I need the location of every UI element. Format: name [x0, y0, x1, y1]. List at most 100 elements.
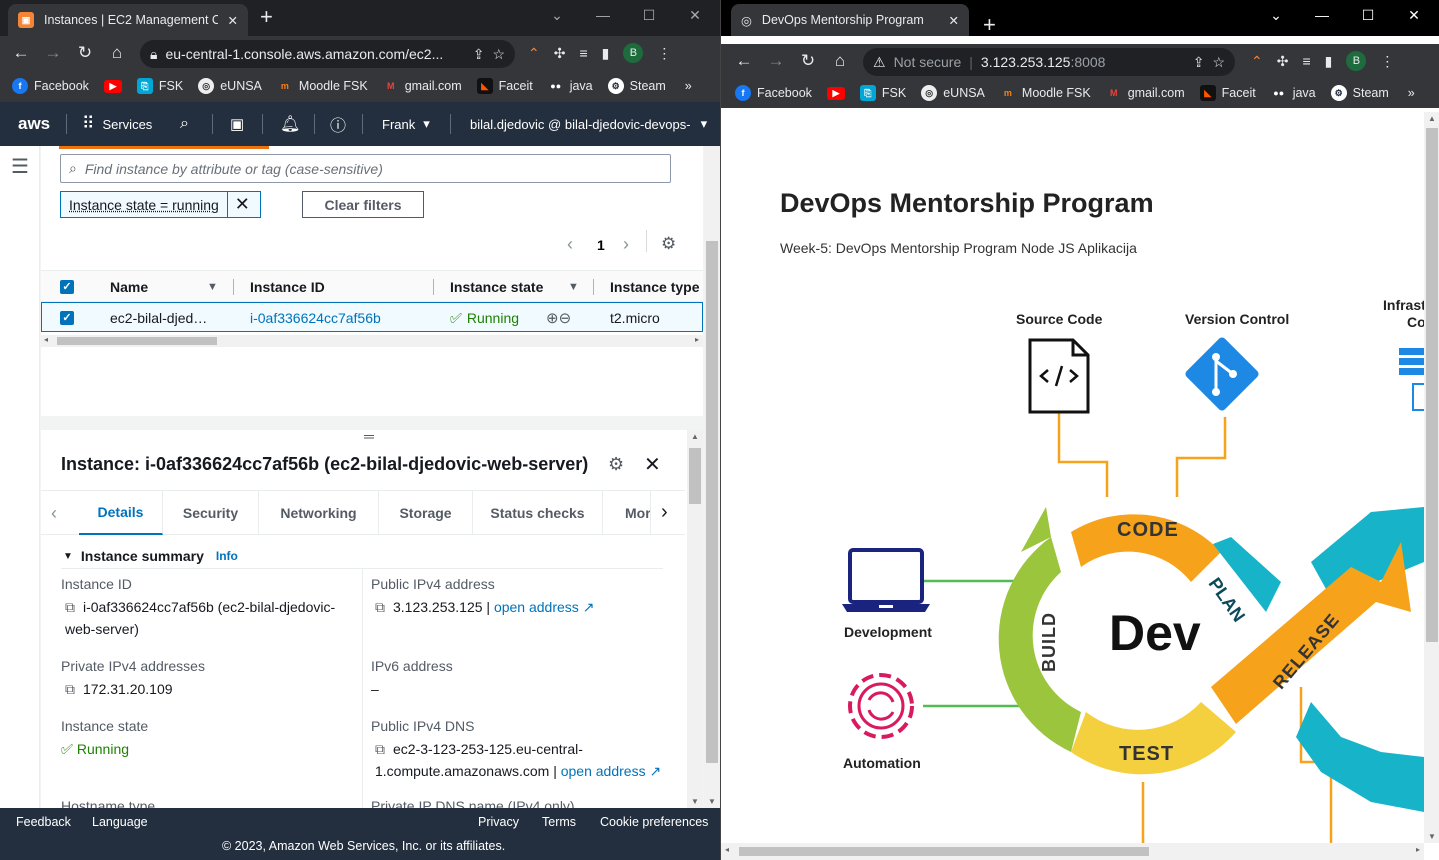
menu-kebab-icon[interactable]: ⋮ [657, 45, 671, 62]
home-icon[interactable]: ⌂ [825, 51, 855, 71]
cookie-preferences-link[interactable]: Cookie preferences [600, 815, 708, 829]
drag-handle-icon[interactable]: ═ [364, 428, 374, 444]
bookmark-fsk[interactable]: ⎘ FSK [136, 78, 183, 94]
bookmark-moodle[interactable]: m Moodle FSK [277, 78, 368, 94]
reload-icon[interactable]: ↻ [70, 43, 100, 63]
back-icon[interactable]: ← [6, 43, 36, 63]
detail-scrollbar[interactable]: ▲ ▼ [687, 430, 703, 808]
hamburger-menu-icon[interactable]: ☰ [11, 154, 29, 179]
close-tab-icon[interactable]: ✕ [228, 13, 238, 28]
tab-details[interactable]: Details [79, 491, 163, 535]
tabs-scroll-right-icon[interactable]: › [661, 501, 668, 524]
services-menu[interactable]: ⠿ Services [82, 102, 152, 146]
tab-search-icon[interactable]: ⌄ [534, 7, 580, 24]
sort-icon[interactable]: ▼ [568, 271, 579, 303]
address-bar[interactable]: ⚠ Not secure | 3.123.253.125:8008 ⇪ ☆ [863, 48, 1235, 76]
feedback-link[interactable]: Feedback [16, 815, 71, 829]
more-bookmarks-icon[interactable]: » [685, 79, 692, 93]
home-icon[interactable]: ⌂ [102, 43, 132, 63]
bookmark-faceit[interactable]: ◣ Faceit [1199, 85, 1256, 101]
tab-more[interactable]: Mor [603, 491, 651, 535]
bookmark-star-icon[interactable]: ☆ [492, 46, 505, 63]
instance-summary-heading[interactable]: ▼ Instance summary Info [63, 548, 238, 564]
minimize-icon[interactable]: — [1299, 7, 1345, 23]
page-vertical-scrollbar[interactable]: ▲ ▼ [1424, 112, 1439, 843]
address-bar[interactable]: 🔒︎ eu-central-1.console.aws.amazon.com/e… [140, 40, 515, 68]
prev-page-icon[interactable]: ‹ [567, 234, 573, 255]
select-all-checkbox[interactable]: ✓ [60, 271, 74, 303]
puzzle-icon[interactable]: ✣ [554, 45, 566, 62]
close-window-icon[interactable]: ✕ [1391, 7, 1437, 24]
close-detail-icon[interactable]: ✕ [644, 452, 661, 477]
bookmark-fsk[interactable]: ⎘ FSK [859, 85, 906, 101]
bookmark-faceit[interactable]: ◣ Faceit [476, 78, 533, 94]
clear-filters-button[interactable]: Clear filters [302, 191, 424, 218]
bookmark-youtube[interactable]: ▶ [826, 86, 845, 100]
close-tab-icon[interactable]: ✕ [949, 13, 959, 28]
sort-icon[interactable]: ▼ [207, 271, 218, 303]
bookmark-youtube[interactable]: ▶ [103, 79, 122, 93]
external-link-icon[interactable]: ↗ [583, 599, 595, 615]
tab-networking[interactable]: Networking [259, 491, 379, 535]
notifications-bell-icon[interactable]: 🔔︎ [280, 102, 300, 146]
reload-icon[interactable]: ↻ [793, 51, 823, 71]
maximize-icon[interactable]: ☐ [626, 7, 672, 24]
extension-icon[interactable]: ⌃ [1251, 53, 1263, 70]
bookmark-moodle[interactable]: m Moodle FSK [1000, 85, 1091, 101]
bookmark-steam[interactable]: ⚙ Steam [607, 78, 666, 94]
copy-icon[interactable]: ⧉ [65, 681, 75, 697]
col-instance-type[interactable]: Instance type [610, 271, 699, 303]
media-icon[interactable]: ≡ [1302, 53, 1310, 69]
preferences-gear-icon[interactable]: ⚙ [661, 234, 676, 254]
bookmark-facebook[interactable]: f Facebook [735, 85, 812, 101]
forward-icon[interactable]: → [38, 43, 68, 63]
share-icon[interactable]: ⇪ [1193, 54, 1205, 71]
external-link-icon[interactable]: ↗ [649, 763, 661, 779]
bookmark-eunsa[interactable]: ◎ eUNSA [198, 78, 262, 94]
page-number[interactable]: 1 [597, 237, 605, 253]
info-link[interactable]: Info [216, 549, 238, 563]
tab-devops[interactable]: ◎ DevOps Mentorship Program ✕ [731, 4, 969, 36]
zoom-icons[interactable]: ⊕⊖ [546, 303, 571, 333]
close-window-icon[interactable]: ✕ [672, 7, 718, 24]
bookmark-star-icon[interactable]: ☆ [1212, 54, 1225, 71]
vertical-scrollbar[interactable]: ▼ [704, 146, 720, 808]
instance-search-input[interactable]: ⌕ Find instance by attribute or tag (cas… [60, 154, 671, 183]
puzzle-icon[interactable]: ✣ [1277, 53, 1289, 70]
row-instance-id-link[interactable]: i-0af336624cc7af56b [250, 303, 381, 333]
row-checkbox[interactable]: ✓ [60, 303, 74, 333]
detail-settings-gear-icon[interactable]: ⚙ [608, 454, 624, 475]
filter-chip-label[interactable]: Instance state = running [61, 197, 227, 213]
not-secure-label[interactable]: Not secure [894, 54, 962, 70]
forward-icon[interactable]: → [761, 51, 791, 71]
profile-avatar[interactable]: B [623, 43, 644, 63]
language-link[interactable]: Language [92, 815, 148, 829]
region-selector[interactable]: Frank ▾ [382, 102, 430, 146]
tabs-scroll-left-icon[interactable]: ‹ [51, 503, 57, 524]
tab-search-icon[interactable]: ⌄ [1253, 7, 1299, 24]
search-icon[interactable]: ⌕ [180, 102, 189, 146]
cloudshell-icon[interactable]: ▣ [230, 102, 244, 146]
sidepanel-icon[interactable]: ▮ [1325, 53, 1333, 70]
terms-link[interactable]: Terms [542, 815, 576, 829]
minimize-icon[interactable]: — [580, 7, 626, 23]
menu-kebab-icon[interactable]: ⋮ [1380, 53, 1394, 70]
new-tab-button[interactable]: + [983, 14, 996, 36]
aws-logo[interactable]: aws [18, 102, 50, 146]
more-bookmarks-icon[interactable]: » [1408, 86, 1415, 100]
new-tab-button[interactable]: + [260, 6, 273, 28]
tab-security[interactable]: Security [163, 491, 259, 535]
tab-status-checks[interactable]: Status checks [473, 491, 603, 535]
tab-ec2-instances[interactable]: ▣ Instances | EC2 Management Con ✕ [8, 4, 248, 36]
bookmark-eunsa[interactable]: ◎ eUNSA [921, 85, 985, 101]
page-horizontal-scrollbar[interactable]: ◂ ▸ [721, 843, 1424, 860]
privacy-link[interactable]: Privacy [478, 815, 519, 829]
copy-icon[interactable]: ⧉ [375, 599, 385, 615]
bookmark-facebook[interactable]: f Facebook [12, 78, 89, 94]
tab-storage[interactable]: Storage [379, 491, 473, 535]
bookmark-java[interactable]: ●● java [1271, 85, 1315, 101]
account-menu[interactable]: bilal.djedovic @ bilal-djedovic-devops- ▾ [470, 102, 707, 146]
sidepanel-icon[interactable]: ▮ [602, 45, 610, 62]
table-row[interactable]: ✓ ec2-bilal-djed… i-0af336624cc7af56b ✅︎… [41, 302, 703, 332]
next-page-icon[interactable]: › [623, 234, 629, 255]
